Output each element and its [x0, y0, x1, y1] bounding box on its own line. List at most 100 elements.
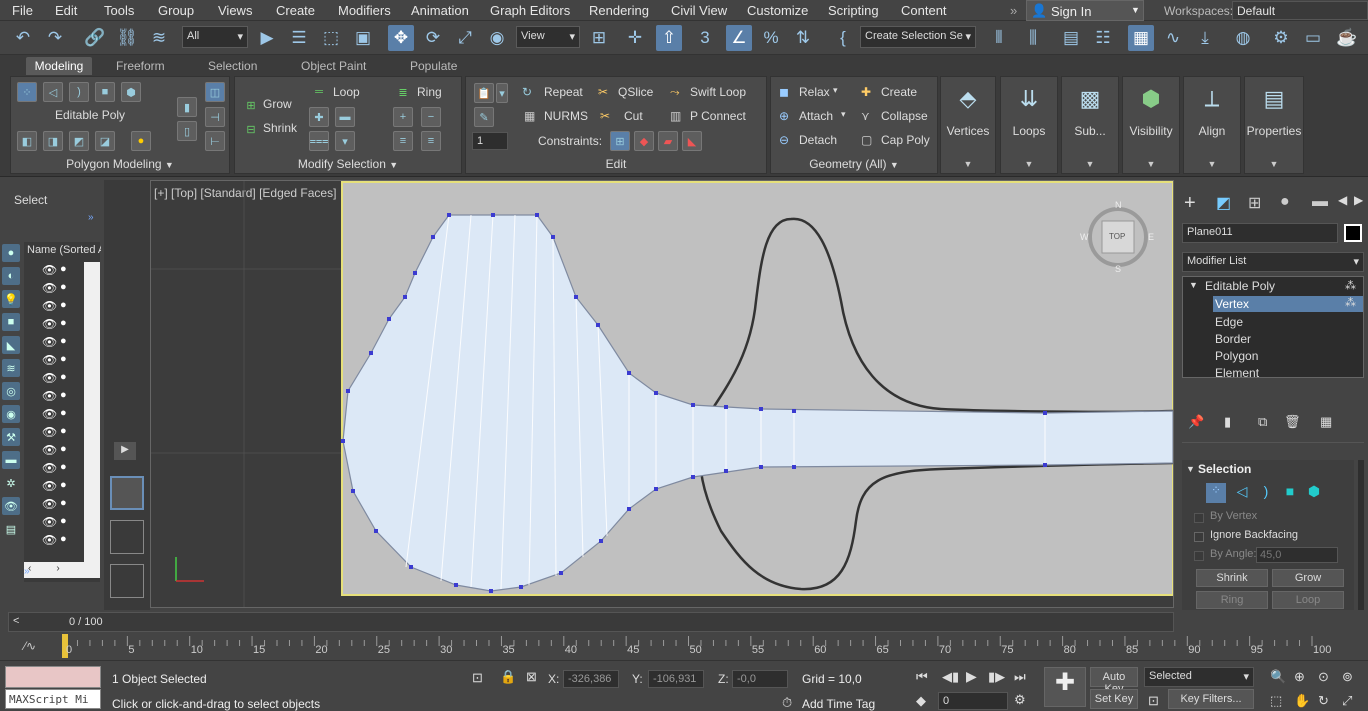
time-config-icon[interactable]: ⚙: [1014, 692, 1026, 708]
ring-mode-icon[interactable]: ≡: [393, 131, 413, 151]
stack-vertex[interactable]: Vertex ⁂: [1213, 296, 1363, 312]
select-object-icon[interactable]: ▶: [254, 25, 280, 51]
zoom-extents-icon[interactable]: ⊙: [1318, 669, 1329, 685]
menu-content[interactable]: Content: [901, 3, 947, 18]
constraint-face-icon[interactable]: ▰: [658, 131, 678, 151]
z-coord-field[interactable]: -0,0: [732, 670, 788, 688]
tab-populate[interactable]: Populate: [404, 57, 463, 75]
selection-filter-dropdown[interactable]: All ▾: [182, 26, 248, 48]
stack-border[interactable]: Border: [1215, 332, 1251, 346]
use-soft-selection-icon[interactable]: ⊢: [205, 131, 225, 151]
maxscript-listener-pink[interactable]: [5, 666, 101, 688]
key-set-icon[interactable]: ⊡: [1148, 693, 1159, 709]
menu-file[interactable]: File: [12, 3, 33, 18]
isolate-icon[interactable]: ⊡: [472, 670, 483, 686]
spinner-field[interactable]: 1: [472, 132, 508, 150]
panel-scrollbar[interactable]: [1358, 460, 1364, 610]
link-icon[interactable]: 🔗: [82, 25, 108, 51]
repeat-button[interactable]: Repeat: [544, 85, 583, 99]
zoom-extents-all-icon[interactable]: ⊚: [1342, 669, 1353, 685]
stack-element[interactable]: Element: [1215, 366, 1259, 380]
freeze-icon[interactable]: ●: [60, 497, 67, 509]
sign-in-dropdown[interactable]: 👤 Sign In ▼: [1026, 0, 1144, 21]
layer-explorer-icon[interactable]: ☷: [1090, 25, 1116, 51]
maximize-viewport-icon[interactable]: ⤢: [1342, 693, 1352, 709]
motion-tab-icon[interactable]: ●: [1280, 193, 1290, 211]
layout-quad-icon[interactable]: [110, 564, 144, 598]
filter-cameras-icon[interactable]: ■: [2, 313, 20, 331]
grow-button[interactable]: Grow: [263, 97, 292, 111]
shrink-sel-button[interactable]: Shrink: [1196, 569, 1268, 587]
curve-editor-icon[interactable]: ∿: [1160, 25, 1186, 51]
stack-polygon[interactable]: Polygon: [1215, 349, 1258, 363]
loop-button[interactable]: Loop: [333, 85, 360, 99]
material-editor-icon[interactable]: ◍: [1230, 25, 1256, 51]
freeze-icon[interactable]: ●: [60, 371, 67, 383]
ring-sel-button[interactable]: Ring: [1196, 591, 1268, 609]
viewport-canvas[interactable]: [151, 181, 1173, 607]
shrink-ring-icon[interactable]: −: [421, 107, 441, 127]
grow-sel-button[interactable]: Grow: [1272, 569, 1344, 587]
object-color-swatch[interactable]: [1344, 224, 1362, 242]
rotate-icon[interactable]: ⟳: [420, 25, 446, 51]
show-end-result-icon[interactable]: ▮: [1224, 414, 1231, 430]
freeze-icon[interactable]: ●: [60, 461, 67, 473]
grow-loop-icon[interactable]: ✚: [309, 107, 329, 127]
freeze-icon[interactable]: ●: [60, 335, 67, 347]
chevron-down-icon[interactable]: ▾: [841, 109, 846, 120]
go-to-end-icon[interactable]: ⏭: [1014, 669, 1026, 685]
undo-icon[interactable]: ↶: [10, 25, 36, 51]
visibility-icon[interactable]: 👁: [42, 317, 57, 331]
maxscript-mini-listener[interactable]: MAXScript Mi: [5, 689, 101, 709]
play-icon[interactable]: ▶: [966, 668, 977, 685]
orbit-icon[interactable]: ↻: [1318, 693, 1329, 709]
y-coord-field[interactable]: -106,931: [648, 670, 704, 688]
attach-button[interactable]: Attach: [799, 109, 833, 123]
menu-rendering[interactable]: Rendering: [589, 3, 649, 18]
visibility-icon[interactable]: 👁: [42, 443, 57, 457]
sel-border-icon[interactable]: ): [1256, 483, 1276, 503]
tab-object-paint[interactable]: Object Paint: [295, 57, 372, 75]
qslice-button[interactable]: QSlice: [618, 85, 653, 99]
collapse-stack-icon[interactable]: ▮: [177, 97, 197, 117]
create-tab-icon[interactable]: +: [1184, 192, 1196, 215]
polygon-mode-icon[interactable]: ■: [95, 82, 115, 102]
selection-title[interactable]: Selection: [1198, 462, 1251, 476]
show-cage-icon[interactable]: ◩: [69, 131, 89, 151]
filter-list-icon[interactable]: ▤: [2, 520, 20, 538]
edge-mode-icon[interactable]: ◁: [43, 82, 63, 102]
scene-header[interactable]: Name (Sorted A: [27, 244, 101, 256]
make-unique-icon[interactable]: ⧉: [1258, 414, 1267, 430]
workspaces-dropdown[interactable]: Default: [1232, 1, 1368, 20]
snap-3d-icon[interactable]: 3: [692, 25, 718, 51]
filter-xrefs-icon[interactable]: ◉: [2, 405, 20, 423]
menu-views[interactable]: Views: [218, 3, 252, 18]
ring-step-icon[interactable]: ≡: [421, 131, 441, 151]
freeze-icon[interactable]: ●: [60, 317, 67, 329]
menu-scripting[interactable]: Scripting: [828, 3, 879, 18]
align-button[interactable]: ⟂ Align ▼: [1183, 76, 1241, 174]
preserve-uv-icon[interactable]: ◨: [43, 131, 63, 151]
menu-modifiers[interactable]: Modifiers: [338, 3, 391, 18]
tab-modeling[interactable]: Modeling: [26, 57, 92, 75]
render-icon[interactable]: ☕: [1334, 25, 1360, 51]
sel-vertex-icon[interactable]: ⁘: [1206, 483, 1226, 503]
scene-explorer-icon[interactable]: ▤: [1058, 25, 1084, 51]
filter-warps-icon[interactable]: ≋: [2, 359, 20, 377]
p-connect-button[interactable]: P Connect: [690, 109, 746, 123]
by-angle-checkbox[interactable]: [1194, 551, 1204, 561]
create-button[interactable]: Create: [881, 85, 917, 99]
visibility-icon[interactable]: 👁: [42, 371, 57, 385]
filter-bones-icon[interactable]: ⚒: [2, 428, 20, 446]
modify-tab-icon[interactable]: ◩: [1216, 193, 1231, 213]
filter-geometry-icon[interactable]: ●: [2, 244, 20, 262]
play-arrow-icon[interactable]: ▶: [114, 442, 136, 460]
freeze-icon[interactable]: ●: [60, 443, 67, 455]
freeze-icon[interactable]: ●: [60, 425, 67, 437]
configure-sets-icon[interactable]: ▦: [1320, 414, 1332, 430]
viewcube-label[interactable]: TOP: [1109, 232, 1125, 241]
menu-tools[interactable]: Tools: [104, 3, 134, 18]
bind-space-warp-icon[interactable]: ≋: [146, 25, 172, 51]
freeze-icon[interactable]: ●: [60, 479, 67, 491]
visibility-button[interactable]: ⬢ Visibility ▼: [1122, 76, 1180, 174]
